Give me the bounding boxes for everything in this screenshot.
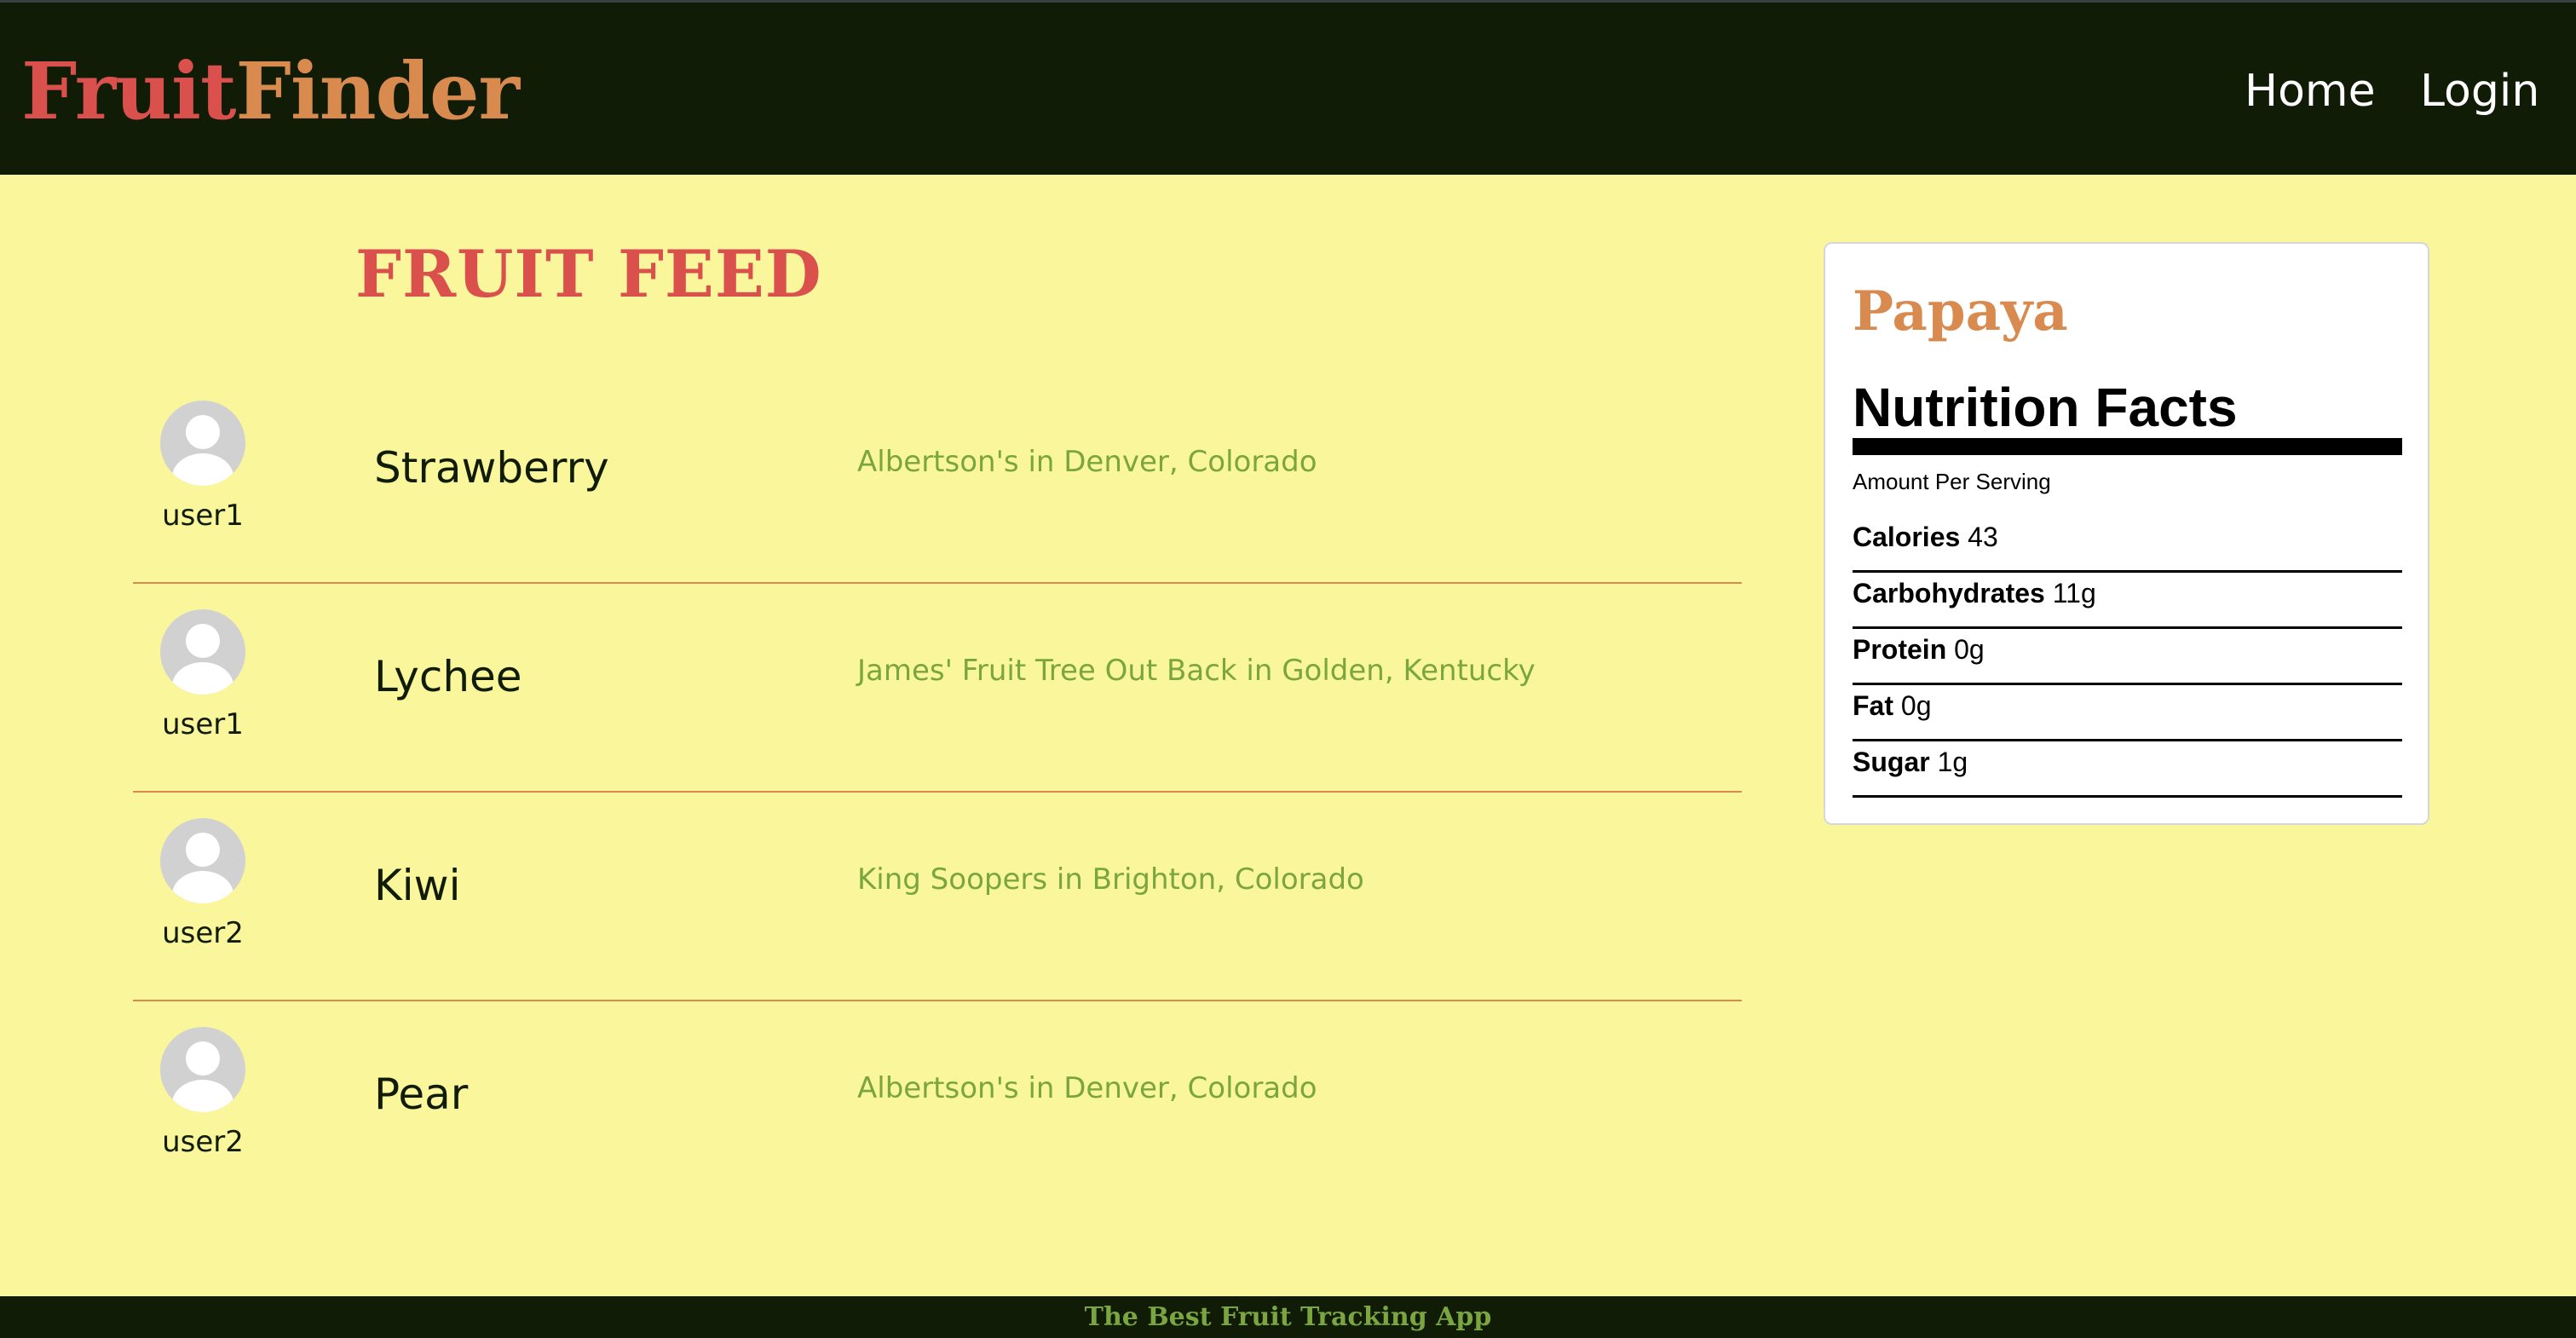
feed-item: user2 Pear Albertson's in Denver, Colora…: [133, 1001, 1742, 1210]
feed-item-fruit[interactable]: Lychee: [374, 652, 522, 701]
footer: The Best Fruit Tracking App: [0, 1296, 2576, 1338]
feed-list: user1 Strawberry Albertson's in Denver, …: [133, 375, 1742, 1210]
nutrition-divider: [1853, 438, 2402, 455]
feed-item: user1 Lychee James' Fruit Tree Out Back …: [133, 584, 1742, 793]
feed-item-fruit[interactable]: Strawberry: [374, 443, 609, 493]
feed-item-username: user1: [162, 707, 244, 741]
nutrition-value: 43: [1968, 522, 1998, 552]
nutrition-fruit-name: Papaya: [1853, 280, 2068, 343]
feed-title: FRUIT FEED: [355, 236, 822, 312]
nutrition-row-sugar: Sugar 1g: [1853, 741, 2402, 798]
nutrition-label: Calories: [1853, 522, 1961, 552]
nutrition-label: Protein: [1853, 634, 1947, 665]
feed-item-fruit[interactable]: Pear: [374, 1070, 468, 1119]
logo-part-finder: Finder: [235, 45, 520, 137]
nutrition-label: Sugar: [1853, 747, 1930, 777]
footer-tagline: The Best Fruit Tracking App: [1084, 1302, 1492, 1332]
nutrition-row-fat: Fat 0g: [1853, 685, 2402, 741]
feed-item: user1 Strawberry Albertson's in Denver, …: [133, 375, 1742, 584]
navbar: FruitFinder Home Login: [0, 0, 2576, 175]
user-avatar-icon: [160, 1027, 245, 1112]
nutrition-facts-title: Nutrition Facts: [1853, 377, 2238, 438]
feed-item-username: user2: [162, 916, 244, 950]
feed-item-location: King Soopers in Brighton, Colorado: [857, 862, 1364, 897]
nutrition-value: 0g: [1900, 690, 1932, 721]
nav-login-link[interactable]: Login: [2420, 57, 2539, 125]
nutrition-row-carbohydrates: Carbohydrates 11g: [1853, 573, 2402, 629]
feed-item-username: user2: [162, 1125, 244, 1159]
feed-item-location: James' Fruit Tree Out Back in Golden, Ke…: [857, 654, 1536, 688]
feed-item-username: user1: [162, 499, 244, 533]
nutrition-card: Papaya Nutrition Facts Amount Per Servin…: [1824, 242, 2429, 825]
nutrition-value: 0g: [1954, 634, 1985, 665]
logo-part-fruit: Fruit: [21, 45, 237, 137]
nutrition-label: Fat: [1853, 690, 1893, 721]
feed-item-location: Albertson's in Denver, Colorado: [857, 1071, 1317, 1105]
nutrition-value: 11g: [2052, 578, 2096, 608]
nutrition-row-calories: Calories 43: [1853, 516, 2402, 573]
user-avatar-icon: [160, 818, 245, 903]
user-avatar-icon: [160, 609, 245, 695]
nutrition-serving-label: Amount Per Serving: [1853, 469, 2051, 494]
nutrition-value: 1g: [1937, 747, 1968, 777]
nutrition-label: Carbohydrates: [1853, 578, 2045, 608]
nutrition-rows: Calories 43 Carbohydrates 11g Protein 0g…: [1853, 516, 2402, 798]
user-avatar-icon: [160, 401, 245, 486]
feed-item: user2 Kiwi King Soopers in Brighton, Col…: [133, 793, 1742, 1001]
app-logo[interactable]: FruitFinder: [21, 40, 520, 142]
nav-home-link[interactable]: Home: [2245, 57, 2376, 125]
feed-item-location: Albertson's in Denver, Colorado: [857, 445, 1317, 479]
feed-item-fruit[interactable]: Kiwi: [374, 861, 460, 910]
nutrition-row-protein: Protein 0g: [1853, 629, 2402, 685]
